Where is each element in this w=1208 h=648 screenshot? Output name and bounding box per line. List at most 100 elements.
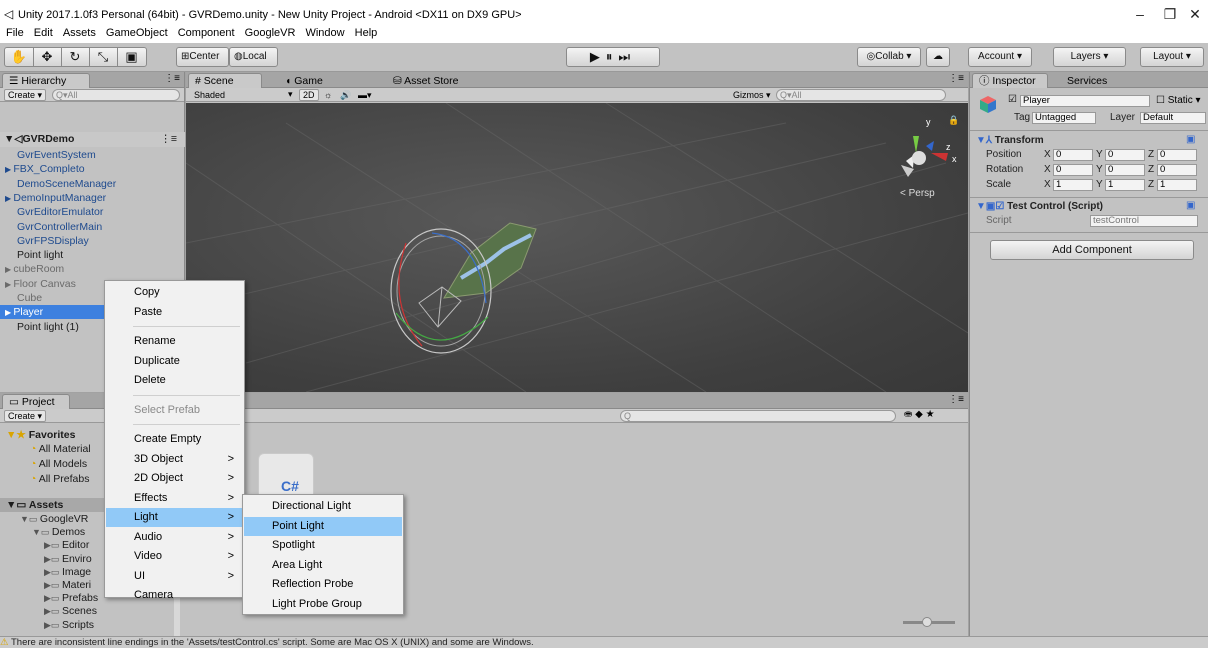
- menu-gameobject[interactable]: GameObject: [106, 27, 168, 39]
- hierarchy-item-demoinputmanager[interactable]: ▶ DemoInputManager: [0, 191, 180, 205]
- menu-edit[interactable]: Edit: [34, 27, 53, 39]
- step-button-icon[interactable]: ⏭: [618, 49, 636, 64]
- transform-header[interactable]: ▼⅄ Transform: [976, 134, 1044, 147]
- tab-scene[interactable]: # Scene: [188, 73, 262, 88]
- effects-toggle-icon[interactable]: ▬▾: [354, 89, 376, 101]
- maximize-button[interactable]: ❐: [1160, 6, 1180, 23]
- tab-game[interactable]: ◖ Game: [278, 73, 330, 88]
- zoom-slider-handle[interactable]: [922, 617, 932, 627]
- scene-root-row[interactable]: ▼◁GVRDemo ⋮≡: [0, 132, 185, 147]
- menu-item-copy[interactable]: Copy: [106, 283, 243, 302]
- menu-assets[interactable]: Assets: [63, 27, 96, 39]
- hierarchy-item-gvreventsystem[interactable]: GvrEventSystem: [0, 148, 180, 162]
- shading-mode-dropdown[interactable]: Shaded: [190, 89, 290, 101]
- collab-button[interactable]: ◎Collab ▾: [857, 47, 921, 67]
- status-bar[interactable]: ⚠ There are inconsistent line endings in…: [0, 636, 1208, 648]
- scale-x-field[interactable]: 1: [1053, 179, 1093, 191]
- menu-item-spotlight[interactable]: Spotlight: [244, 536, 402, 555]
- persp-label[interactable]: < Persp: [900, 188, 935, 199]
- menu-item-directional-light[interactable]: Directional Light: [244, 497, 402, 516]
- hand-tool-icon[interactable]: ✋: [6, 48, 34, 66]
- account-dropdown[interactable]: Account ▾: [968, 47, 1032, 67]
- cloud-button[interactable]: ☁: [926, 47, 950, 67]
- panel-menu-icon[interactable]: ⋮≡: [164, 73, 180, 84]
- tab-project[interactable]: ▭ Project: [2, 394, 70, 409]
- hierarchy-item-gvreditoremulator[interactable]: GvrEditorEmulator: [0, 205, 180, 219]
- scale-y-field[interactable]: 1: [1105, 179, 1145, 191]
- rotation-y-field[interactable]: 0: [1105, 164, 1145, 176]
- asset-folder-item[interactable]: ▶▭ Scenes: [0, 604, 174, 618]
- menu-component[interactable]: Component: [178, 27, 235, 39]
- menu-item-reflection-probe[interactable]: Reflection Probe: [244, 575, 402, 594]
- menu-item-video[interactable]: Video >: [106, 547, 243, 566]
- layer-dropdown[interactable]: Default: [1140, 112, 1206, 124]
- menu-help[interactable]: Help: [355, 27, 378, 39]
- scale-tool-icon[interactable]: ⤡: [90, 48, 118, 66]
- hierarchy-item-demoscenemanager[interactable]: DemoSceneManager: [0, 177, 180, 191]
- scene-search-input[interactable]: Q▾All: [776, 89, 946, 101]
- layers-dropdown[interactable]: Layers ▾: [1053, 47, 1126, 67]
- script-reference-field[interactable]: testControl: [1090, 215, 1198, 227]
- minimize-button[interactable]: –: [1130, 6, 1150, 22]
- filter-icons[interactable]: ⛂ ◆ ★: [904, 409, 935, 420]
- rotation-x-field[interactable]: 0: [1053, 164, 1093, 176]
- script-component-header[interactable]: ▼▣☑ Test Control (Script): [976, 200, 1103, 213]
- tab-inspector[interactable]: ⓘ Inspector: [972, 73, 1048, 88]
- active-checkbox[interactable]: ☑: [1008, 94, 1017, 105]
- menu-item-duplicate[interactable]: Duplicate: [106, 352, 243, 371]
- hierarchy-item-point-light[interactable]: Point light: [0, 248, 180, 262]
- layout-dropdown[interactable]: Layout ▾: [1140, 47, 1204, 67]
- object-name-field[interactable]: Player: [1020, 95, 1150, 107]
- menu-item-rename[interactable]: Rename: [106, 332, 243, 351]
- position-x-field[interactable]: 0: [1053, 149, 1093, 161]
- menu-item-audio[interactable]: Audio >: [106, 528, 243, 547]
- position-z-field[interactable]: 0: [1157, 149, 1197, 161]
- orientation-gizmo[interactable]: [901, 136, 948, 177]
- project-panel-menu-icon[interactable]: ⋮≡: [948, 394, 964, 405]
- hierarchy-create-dropdown[interactable]: Create ▾: [4, 89, 47, 101]
- menu-window[interactable]: Window: [305, 27, 344, 39]
- hierarchy-item-gvrcontrollermain[interactable]: GvrControllerMain: [0, 220, 180, 234]
- menu-item-3d-object[interactable]: 3D Object >: [106, 450, 243, 469]
- menu-item-delete[interactable]: Delete: [106, 371, 243, 390]
- asset-folder-item[interactable]: ▶▭ Scripts: [0, 618, 174, 632]
- audio-toggle-icon[interactable]: 🔊: [336, 89, 355, 101]
- menu-item-light[interactable]: Light >: [106, 508, 243, 527]
- hierarchy-item-cuberoom[interactable]: ▶ cubeRoom: [0, 262, 180, 276]
- pivot-center-toggle[interactable]: ⊞Center: [176, 47, 229, 67]
- menu-googlevr[interactable]: GoogleVR: [245, 27, 296, 39]
- project-search-input[interactable]: Q: [620, 410, 896, 422]
- hierarchy-item-gvrfpsdisplay[interactable]: GvrFPSDisplay: [0, 234, 180, 248]
- gizmos-dropdown[interactable]: Gizmos ▾: [729, 89, 775, 101]
- menu-item-ui[interactable]: UI >: [106, 567, 243, 586]
- scene-viewport[interactable]: 🔒 y z x < Persp: [186, 103, 968, 392]
- menu-item-camera[interactable]: Camera: [106, 586, 243, 605]
- menu-item-paste[interactable]: Paste: [106, 303, 243, 322]
- add-component-button[interactable]: Add Component: [990, 240, 1194, 260]
- 2d-toggle[interactable]: 2D: [299, 89, 319, 101]
- scene-panel-menu-icon[interactable]: ⋮≡: [948, 73, 964, 84]
- move-tool-icon[interactable]: ✥: [34, 48, 62, 66]
- static-checkbox[interactable]: ☐ Static ▾: [1156, 95, 1201, 106]
- menu-item-light-probe-group[interactable]: Light Probe Group: [244, 595, 402, 614]
- menu-item-area-light[interactable]: Area Light: [244, 556, 402, 575]
- tab-hierarchy[interactable]: ☰ Hierarchy: [2, 73, 90, 88]
- play-button-icon[interactable]: ▶: [590, 49, 606, 64]
- hierarchy-search-input[interactable]: Q▾All: [52, 89, 180, 101]
- pause-button-icon[interactable]: ⏸: [606, 49, 619, 64]
- menu-file[interactable]: File: [6, 27, 24, 39]
- pivot-local-toggle[interactable]: ◍Local: [229, 47, 278, 67]
- menu-item-effects[interactable]: Effects >: [106, 489, 243, 508]
- rect-tool-icon[interactable]: ▣: [118, 48, 146, 66]
- scale-z-field[interactable]: 1: [1157, 179, 1197, 191]
- menu-item-point-light[interactable]: Point Light: [244, 516, 402, 536]
- tag-dropdown[interactable]: Untagged: [1032, 112, 1096, 124]
- tab-asset-store[interactable]: ⛁ Asset Store: [386, 73, 465, 88]
- menu-item-create-empty[interactable]: Create Empty: [106, 430, 243, 449]
- menu-item-2d-object[interactable]: 2D Object >: [106, 469, 243, 488]
- close-button[interactable]: ✕: [1185, 6, 1205, 23]
- position-y-field[interactable]: 0: [1105, 149, 1145, 161]
- help-book-icon[interactable]: ▣: [1186, 134, 1195, 145]
- lighting-toggle-icon[interactable]: ☼: [320, 89, 336, 101]
- tab-services[interactable]: Services: [1060, 73, 1114, 88]
